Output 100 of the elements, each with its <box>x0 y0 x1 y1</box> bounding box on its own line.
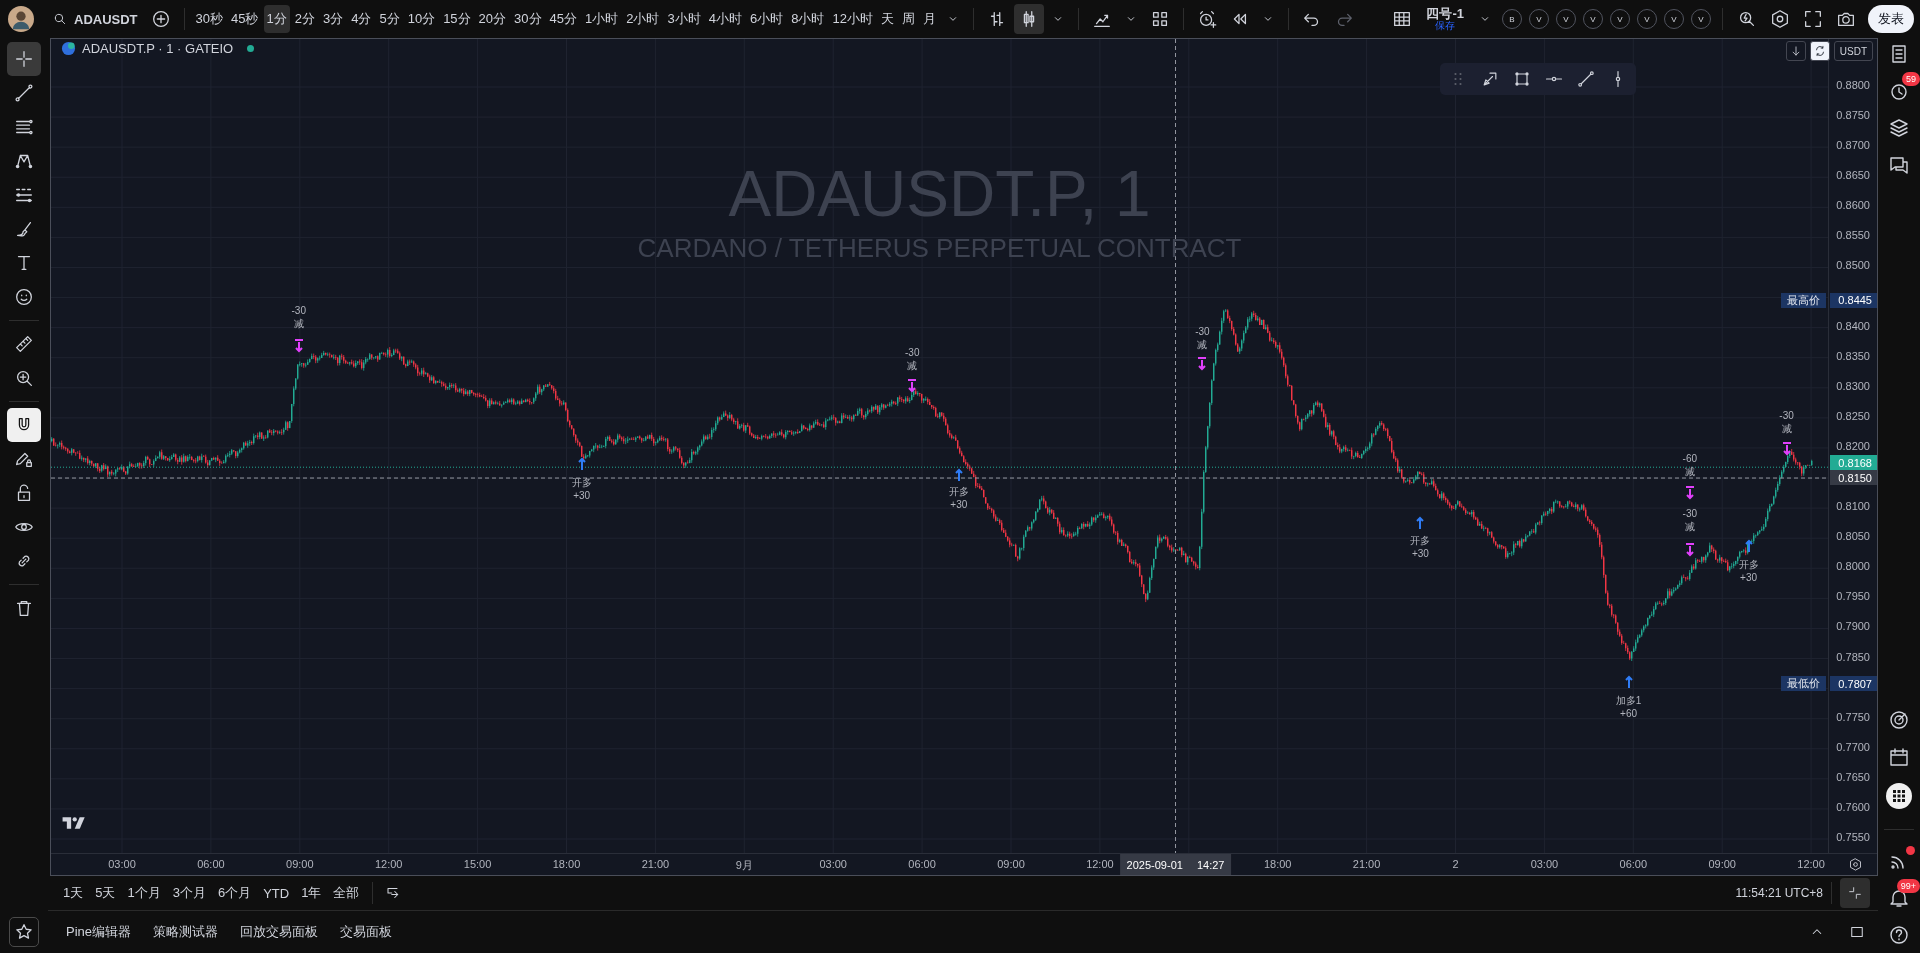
settings-icon[interactable] <box>1769 8 1791 30</box>
interval-button[interactable]: 2分 <box>291 5 318 33</box>
interval-button[interactable]: 5分 <box>376 5 403 33</box>
interval-button[interactable]: 月 <box>919 5 939 33</box>
interval-button[interactable]: 10分 <box>404 5 439 33</box>
auto-scale-button[interactable] <box>1809 41 1830 61</box>
interval-button[interactable]: 45秒 <box>228 5 262 33</box>
interval-button[interactable]: 15分 <box>440 5 474 33</box>
interval-button[interactable]: 3分 <box>319 5 347 33</box>
trend-line-icon[interactable] <box>1576 69 1596 89</box>
crosshair-tool[interactable] <box>7 42 41 76</box>
price-label: 0.8168 <box>1830 455 1877 471</box>
panel-tab[interactable]: 交易面板 <box>336 919 397 945</box>
interval-button[interactable]: 3小时 <box>664 5 704 33</box>
interval-button[interactable]: 1分 <box>263 5 290 33</box>
panel-tab[interactable]: 回放交易面板 <box>236 919 323 945</box>
interval-button[interactable]: 周 <box>898 5 918 33</box>
range-button[interactable]: 3个月 <box>167 881 211 905</box>
calendar-icon[interactable] <box>1887 745 1911 769</box>
price-tick: 0.8250 <box>1836 409 1870 422</box>
publish-button[interactable]: 发表 <box>1868 5 1914 33</box>
time-tick: 21:00 <box>1352 858 1381 870</box>
time-tick: 18:00 <box>552 858 581 870</box>
interval-button[interactable]: 12小时 <box>829 5 876 33</box>
time-tick: 18:00 <box>1263 858 1292 870</box>
chart-type-button[interactable] <box>1013 4 1044 34</box>
settings-icon[interactable] <box>1848 857 1863 872</box>
price-tick: 0.7850 <box>1836 650 1870 663</box>
interval-button[interactable]: 30秒 <box>192 5 227 33</box>
time-tick: 09:00 <box>286 858 314 870</box>
interval-button[interactable]: 天 <box>877 5 897 33</box>
interval-button[interactable]: 20分 <box>475 5 510 33</box>
range-button[interactable]: 1年 <box>296 881 327 905</box>
help-icon[interactable] <box>1887 923 1911 947</box>
trade-label: 开多 <box>571 475 592 489</box>
interval-button[interactable]: 2小时 <box>623 5 663 33</box>
ruler-icon[interactable] <box>13 333 35 355</box>
interval-button[interactable]: 6小时 <box>746 5 787 33</box>
trade-label: 减 <box>1781 422 1792 436</box>
interval-button[interactable]: 8小时 <box>788 5 828 33</box>
symbol-search[interactable]: ADAUSDT <box>46 4 144 34</box>
chart-title[interactable]: ADAUSDT.P · 1 · GATEIO <box>82 41 234 56</box>
interval-button[interactable]: 4分 <box>348 5 375 33</box>
price-tag: 最低价 <box>1781 676 1826 692</box>
rectangle-tool-icon[interactable] <box>1512 69 1532 89</box>
trade-label: 开多 <box>1738 557 1759 571</box>
price-tick: 0.7900 <box>1836 620 1870 633</box>
range-button[interactable]: YTD <box>258 881 295 905</box>
panel-tab[interactable]: Pine编辑器 <box>62 919 136 945</box>
trade-label: 减 <box>293 317 304 331</box>
trade-label: +30 <box>950 498 968 512</box>
trade-label: -60 <box>1682 452 1697 466</box>
panel-tab[interactable]: 策略测试器 <box>149 919 223 945</box>
price-tick: 0.7600 <box>1836 800 1870 813</box>
magnet-tool[interactable] <box>7 408 41 442</box>
range-button[interactable]: 全部 <box>328 881 365 905</box>
range-button[interactable]: 5天 <box>90 881 121 905</box>
crosshair-icon <box>13 48 35 70</box>
currency-select[interactable]: USDT <box>1833 41 1873 61</box>
trade-label: 开多 <box>1410 534 1431 548</box>
interval-button[interactable]: 30分 <box>511 5 545 33</box>
price-tick: 0.8100 <box>1836 500 1870 513</box>
down-arrow-icon <box>1683 541 1696 557</box>
price-tick: 0.8750 <box>1836 109 1870 122</box>
trade-label: +30 <box>1411 547 1429 561</box>
price-tick: 0.8200 <box>1836 439 1870 452</box>
layout-menu[interactable]: 四号-1 保存 <box>1420 7 1470 31</box>
down-arrow-icon <box>1780 441 1793 457</box>
range-button[interactable]: 1天 <box>58 881 89 905</box>
avatar[interactable] <box>8 6 34 32</box>
interval-button[interactable]: 4小时 <box>705 5 745 33</box>
trade-label: +60 <box>1620 706 1638 720</box>
watchlist-star-button[interactable] <box>9 917 39 947</box>
time-tick: 06:00 <box>1619 858 1648 870</box>
price-tick: 0.7650 <box>1836 770 1870 783</box>
interval-button[interactable]: 1小时 <box>582 5 622 33</box>
range-button[interactable]: 1个月 <box>122 881 166 905</box>
save-status: 保存 <box>1435 21 1456 31</box>
interval-button[interactable]: 45分 <box>546 5 580 33</box>
account-circle[interactable]: V <box>1610 9 1630 29</box>
time-tick: 12:00 <box>1797 858 1825 870</box>
down-arrow-icon <box>906 377 919 393</box>
time-tick: 06:00 <box>908 858 936 870</box>
fullscreen-icon[interactable] <box>1802 8 1824 30</box>
crosshair-date: 2025-09-01 <box>1126 858 1183 871</box>
price-tick: 0.8500 <box>1836 259 1870 272</box>
trade-label: 减 <box>1684 465 1695 479</box>
time-tick: 09:00 <box>997 858 1025 870</box>
price-tick: 0.7750 <box>1836 710 1870 723</box>
range-button[interactable]: 6个月 <box>212 881 257 905</box>
clock-timezone[interactable]: 11:54:21 UTC+8 <box>1735 886 1823 900</box>
symbol-text: ADAUSDT <box>74 11 138 27</box>
search-icon <box>52 11 68 27</box>
price-label: 0.7807 <box>1830 676 1877 692</box>
radar-icon[interactable] <box>1887 708 1911 732</box>
price-tick: 0.8050 <box>1836 530 1870 543</box>
trade-label: -30 <box>291 304 306 318</box>
apps-icon[interactable] <box>1885 782 1913 810</box>
price-tick: 0.8300 <box>1836 379 1870 392</box>
down-arrow-icon <box>1196 355 1209 371</box>
